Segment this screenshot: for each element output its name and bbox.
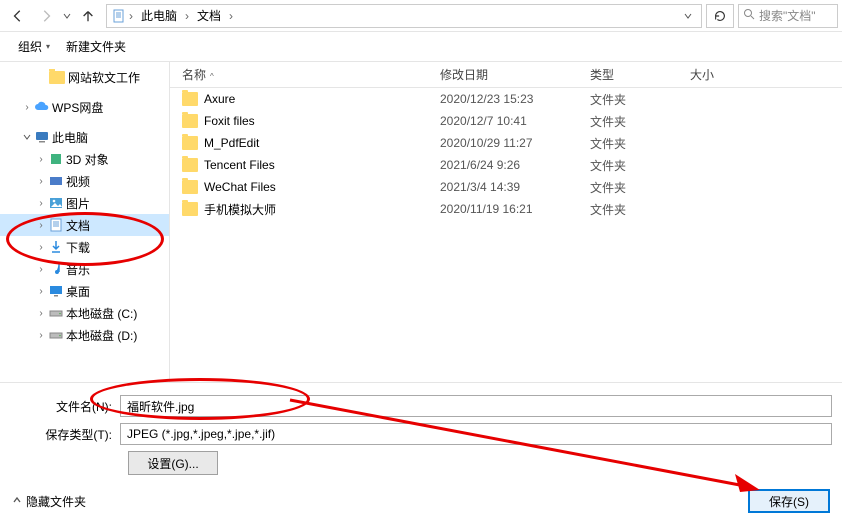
file-date: 2021/3/4 14:39: [428, 180, 578, 194]
search-placeholder: 搜索"文档": [759, 7, 816, 24]
file-date: 2020/12/7 10:41: [428, 114, 578, 128]
sidebar: 网站软文工作 › WPS网盘 此电脑 › 3D 对象 › 视频 › 图片: [0, 62, 170, 382]
file-type: 文件夹: [578, 179, 678, 196]
drive-icon: [48, 327, 64, 343]
collapse-icon[interactable]: [20, 133, 34, 141]
file-row[interactable]: M_PdfEdit 2020/10/29 11:27文件夹: [170, 132, 842, 154]
filename-input[interactable]: 福昕软件.jpg: [120, 395, 832, 417]
file-type: 文件夹: [578, 135, 678, 152]
expand-icon[interactable]: ›: [34, 286, 48, 297]
file-row[interactable]: 手机模拟大师 2020/11/19 16:21文件夹: [170, 198, 842, 220]
folder-icon: [182, 180, 198, 194]
refresh-button[interactable]: [706, 4, 734, 28]
filename-label: 文件名(N):: [10, 398, 120, 415]
file-date: 2020/12/23 15:23: [428, 92, 578, 106]
expand-icon[interactable]: ›: [34, 264, 48, 275]
sidebar-item-downloads[interactable]: › 下载: [0, 236, 169, 258]
sidebar-item-desktop[interactable]: › 桌面: [0, 280, 169, 302]
chevron-up-icon: [12, 494, 22, 508]
new-folder-button[interactable]: 新建文件夹: [58, 34, 134, 59]
document-location-icon: [111, 8, 127, 24]
file-name: 手机模拟大师: [204, 201, 276, 218]
sidebar-item-video[interactable]: › 视频: [0, 170, 169, 192]
savetype-label: 保存类型(T):: [10, 426, 120, 443]
video-icon: [48, 173, 64, 189]
expand-icon[interactable]: ›: [34, 198, 48, 209]
3d-icon: [48, 151, 64, 167]
sidebar-item-diskc[interactable]: › 本地磁盘 (C:): [0, 302, 169, 324]
savetype-dropdown[interactable]: JPEG (*.jpg,*.jpeg,*.jpe,*.jif): [120, 423, 832, 445]
file-name: Axure: [204, 92, 235, 106]
expand-icon[interactable]: ›: [34, 154, 48, 165]
expand-icon[interactable]: ›: [34, 330, 48, 341]
download-icon: [48, 239, 64, 255]
search-icon: [743, 8, 755, 23]
folder-icon: [182, 136, 198, 150]
settings-button[interactable]: 设置(G)...: [128, 451, 218, 475]
file-type: 文件夹: [578, 91, 678, 108]
document-icon: [48, 217, 64, 233]
file-type: 文件夹: [578, 201, 678, 218]
expand-icon[interactable]: ›: [34, 220, 48, 231]
history-dropdown[interactable]: [60, 12, 74, 20]
sidebar-item-pictures[interactable]: › 图片: [0, 192, 169, 214]
music-icon: [48, 261, 64, 277]
file-list: 名称^ 修改日期 类型 大小 Axure2020/12/23 15:23文件夹F…: [170, 62, 842, 382]
cloud-icon: [34, 99, 50, 115]
folder-icon: [49, 71, 65, 84]
organize-menu[interactable]: 组织▾: [10, 34, 58, 59]
chevron-right-icon: ›: [127, 9, 135, 23]
expand-icon[interactable]: ›: [34, 308, 48, 319]
sort-indicator: ^: [210, 72, 214, 81]
chevron-right-icon: ›: [183, 9, 191, 23]
file-type: 文件夹: [578, 113, 678, 130]
file-row[interactable]: WeChat Files 2021/3/4 14:39文件夹: [170, 176, 842, 198]
computer-icon: [34, 129, 50, 145]
column-header-date[interactable]: 修改日期: [428, 66, 578, 83]
save-button[interactable]: 保存(S): [748, 489, 830, 513]
back-button[interactable]: [4, 4, 32, 28]
forward-button: [32, 4, 60, 28]
file-date: 2021/6/24 9:26: [428, 158, 578, 172]
sidebar-item-wps[interactable]: › WPS网盘: [0, 96, 169, 118]
chevron-right-icon: ›: [227, 9, 235, 23]
drive-icon: [48, 305, 64, 321]
file-type: 文件夹: [578, 157, 678, 174]
sidebar-item-music[interactable]: › 音乐: [0, 258, 169, 280]
file-name: Tencent Files: [204, 158, 275, 172]
file-date: 2020/11/19 16:21: [428, 202, 578, 216]
file-row[interactable]: Axure 2020/12/23 15:23文件夹: [170, 88, 842, 110]
file-name: Foxit files: [204, 114, 255, 128]
breadcrumb-dropdown[interactable]: [679, 9, 697, 23]
folder-icon: [182, 158, 198, 172]
desktop-icon: [48, 283, 64, 299]
sidebar-item-3d[interactable]: › 3D 对象: [0, 148, 169, 170]
up-button[interactable]: [74, 4, 102, 28]
breadcrumb-thispc[interactable]: 此电脑: [135, 7, 183, 24]
folder-icon: [182, 92, 198, 106]
expand-icon[interactable]: ›: [34, 176, 48, 187]
file-name: M_PdfEdit: [204, 136, 259, 150]
expand-icon[interactable]: ›: [20, 102, 34, 113]
column-header-type[interactable]: 类型: [578, 66, 678, 83]
folder-icon: [182, 114, 198, 128]
file-name: WeChat Files: [204, 180, 276, 194]
folder-icon: [182, 202, 198, 216]
column-header-name[interactable]: 名称^: [170, 66, 428, 83]
expand-icon[interactable]: ›: [34, 242, 48, 253]
hide-folders-toggle[interactable]: 隐藏文件夹: [12, 493, 86, 510]
sidebar-item-diskd[interactable]: › 本地磁盘 (D:): [0, 324, 169, 346]
sidebar-item-thispc[interactable]: 此电脑: [0, 126, 169, 148]
breadcrumb[interactable]: › 此电脑 › 文档 ›: [106, 4, 702, 28]
breadcrumb-documents[interactable]: 文档: [191, 7, 227, 24]
sidebar-item-wangzhan[interactable]: 网站软文工作: [0, 66, 169, 88]
column-header-size[interactable]: 大小: [678, 66, 842, 83]
pictures-icon: [48, 195, 64, 211]
file-row[interactable]: Tencent Files 2021/6/24 9:26文件夹: [170, 154, 842, 176]
search-input[interactable]: 搜索"文档": [738, 4, 838, 28]
file-date: 2020/10/29 11:27: [428, 136, 578, 150]
file-row[interactable]: Foxit files 2020/12/7 10:41文件夹: [170, 110, 842, 132]
sidebar-item-documents[interactable]: › 文档: [0, 214, 169, 236]
